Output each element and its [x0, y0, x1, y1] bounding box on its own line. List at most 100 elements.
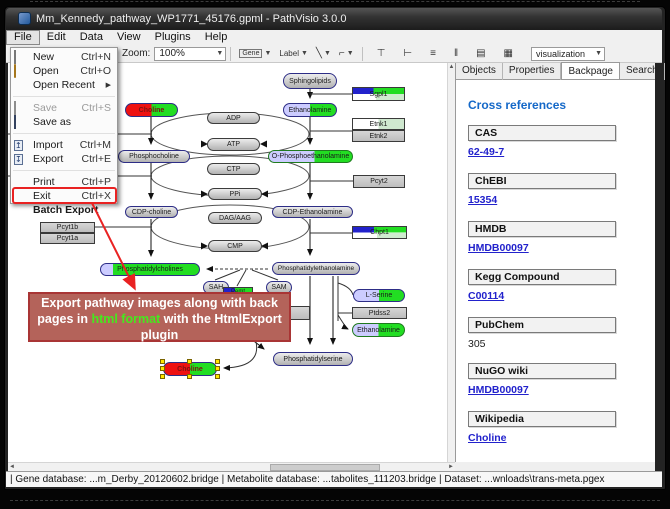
- toolbar-separator: [230, 47, 231, 61]
- title-bar: Mm_Kennedy_pathway_WP1771_45176.gpml - P…: [6, 8, 662, 30]
- xref-link-cas[interactable]: 62-49-7: [468, 146, 504, 158]
- menu-edit[interactable]: Edit: [40, 30, 73, 45]
- xref-link-kegg[interactable]: C00114: [468, 290, 504, 302]
- node-phosphatidylcholines[interactable]: Phosphatidylcholines: [100, 263, 200, 276]
- node-ctp[interactable]: CTP: [207, 163, 260, 175]
- node-ethanolamine-bottom[interactable]: Ethanolamine: [352, 323, 405, 337]
- selection-handle[interactable]: [160, 366, 165, 371]
- menu-data[interactable]: Data: [73, 30, 110, 45]
- menu-plugins[interactable]: Plugins: [148, 30, 198, 45]
- menu-item-import[interactable]: ↥ Import Ctrl+M: [11, 138, 117, 152]
- selection-handle[interactable]: [160, 359, 165, 364]
- node-pcyt1b[interactable]: Pcyt1b: [40, 222, 95, 233]
- node-ppi[interactable]: PPi: [208, 188, 262, 200]
- screenshot-artifact-top: [30, 1, 640, 2]
- node-o-phosphoethanolamine[interactable]: O-Phosphoethanolamine: [268, 150, 353, 163]
- menu-item-new[interactable]: New Ctrl+N: [11, 50, 117, 64]
- stack-vertical-button[interactable]: ≡: [426, 46, 440, 62]
- side-panel-tabs: Objects Properties Backpage Search Legen…: [456, 63, 655, 80]
- node-cdp-ethanolamine[interactable]: CDP-Ethanolamine: [272, 206, 353, 218]
- visualization-combobox[interactable]: visualization ▼: [531, 47, 605, 61]
- chevron-down-icon: ▼: [591, 50, 602, 57]
- canvas-vertical-scrollbar[interactable]: ▲: [447, 63, 455, 462]
- node-ptdss2[interactable]: Ptdss2: [352, 307, 407, 319]
- screenshot-artifact-bottom: [10, 500, 660, 501]
- align-top-button[interactable]: ⊤: [373, 46, 390, 62]
- common-height-button[interactable]: ▦: [500, 46, 517, 62]
- annotation-highlight: html format: [91, 312, 160, 326]
- tab-backpage[interactable]: Backpage: [561, 62, 619, 79]
- selection-handle[interactable]: [187, 359, 192, 364]
- node-ethanolamine-top[interactable]: Ethanolamine: [283, 103, 337, 117]
- selection-handle[interactable]: [160, 374, 165, 379]
- selection-handle[interactable]: [187, 374, 192, 379]
- xref-link-nugo[interactable]: HMDB00097: [468, 384, 529, 396]
- line-tool-button[interactable]: ╲ ▼: [312, 46, 335, 62]
- import-icon: ↥: [14, 139, 30, 151]
- xref-header-nugo: NuGO wiki: [468, 363, 616, 379]
- menu-help[interactable]: Help: [198, 30, 235, 45]
- node-sgpl1[interactable]: Sgpl1: [352, 87, 405, 101]
- tab-legend[interactable]: Legend: [665, 63, 670, 80]
- node-dag[interactable]: DAG/AAG: [208, 212, 262, 224]
- connector-tool-button[interactable]: ⌐ ▼: [335, 46, 358, 62]
- xref-link-hmdb[interactable]: HMDB00097: [468, 242, 529, 254]
- menu-separator: [13, 166, 115, 171]
- common-width-button[interactable]: ▤: [472, 46, 489, 62]
- node-phosphatidylserine[interactable]: Phosphatidylserine: [273, 352, 353, 366]
- menu-item-save: Save Ctrl+S: [11, 101, 117, 115]
- xref-link-wikipedia[interactable]: Choline: [468, 432, 507, 444]
- line-icon: ╲: [316, 48, 322, 59]
- align-left-button[interactable]: ⊢: [399, 46, 416, 62]
- node-etnk2[interactable]: Etnk2: [352, 130, 405, 142]
- chevron-down-icon: ▼: [324, 50, 331, 57]
- node-sphingolipids[interactable]: Sphingolipids: [283, 73, 337, 89]
- chevron-down-icon: ▼: [212, 50, 223, 57]
- menu-item-batch-export[interactable]: Batch Export: [11, 203, 117, 217]
- node-etnk1[interactable]: Etnk1: [352, 118, 405, 130]
- xref-header-pubchem: PubChem: [468, 317, 616, 333]
- xref-header-kegg: Kegg Compound: [468, 269, 616, 285]
- node-adp[interactable]: ADP: [207, 112, 260, 124]
- node-pcyt2[interactable]: Pcyt2: [353, 175, 405, 188]
- toolbar-separator: [362, 47, 363, 61]
- node-cdp-choline[interactable]: CDP-choline: [125, 206, 178, 218]
- stack-horizontal-button[interactable]: ‖: [450, 46, 462, 62]
- elbow-connector-icon: ⌐: [339, 48, 345, 59]
- node-phosphatidylethanolamine[interactable]: Phosphatidylethanolamine: [272, 262, 360, 275]
- new-file-icon: [14, 51, 30, 63]
- zoom-label: Zoom:: [122, 48, 150, 59]
- tab-properties[interactable]: Properties: [503, 63, 562, 80]
- node-phosphocholine[interactable]: Phosphocholine: [118, 150, 190, 163]
- tab-search[interactable]: Search: [620, 63, 665, 80]
- batch-export-callout-box: [12, 187, 117, 204]
- cross-references-heading: Cross references: [468, 98, 648, 112]
- xref-link-chebi[interactable]: 15354: [468, 194, 497, 206]
- menu-item-open[interactable]: Open Ctrl+O: [11, 64, 117, 78]
- node-cmp[interactable]: CMP: [208, 240, 262, 252]
- tab-objects[interactable]: Objects: [456, 63, 503, 80]
- node-chpt1[interactable]: Chpt1: [352, 226, 407, 239]
- menu-separator: [13, 92, 115, 97]
- datanode-tool-button[interactable]: Gene ▼: [235, 46, 275, 62]
- node-pcyt1a[interactable]: Pcyt1a: [40, 233, 95, 244]
- zoom-combobox[interactable]: 100% ▼: [154, 47, 226, 61]
- node-choline-top[interactable]: Choline: [125, 103, 178, 117]
- canvas-horizontal-scrollbar[interactable]: ◄ ►: [8, 462, 455, 471]
- selection-handle[interactable]: [215, 359, 220, 364]
- menu-item-save-as[interactable]: Save as: [11, 115, 117, 129]
- label-tool-button[interactable]: Label ▼: [275, 46, 312, 62]
- menu-bar: File Edit Data View Plugins Help: [6, 30, 662, 45]
- scrollbar-thumb[interactable]: [270, 464, 380, 471]
- node-anchor-box[interactable]: [290, 306, 310, 320]
- menu-view[interactable]: View: [110, 30, 148, 45]
- selection-handle[interactable]: [215, 374, 220, 379]
- menu-item-open-recent[interactable]: Open Recent ▶: [11, 78, 117, 92]
- menu-item-export[interactable]: ↧ Export Ctrl+E: [11, 152, 117, 166]
- selection-handle[interactable]: [215, 366, 220, 371]
- node-l-serine[interactable]: L-Serine: [353, 289, 405, 302]
- menu-file[interactable]: File: [6, 30, 40, 45]
- xref-header-cas: CAS: [468, 125, 616, 141]
- export-icon: ↧: [14, 153, 30, 165]
- node-atp[interactable]: ATP: [207, 138, 260, 151]
